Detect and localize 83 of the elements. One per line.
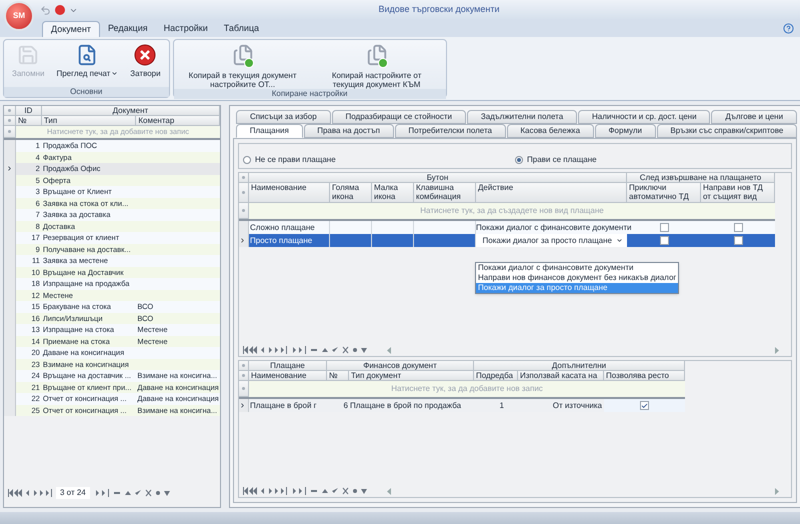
settings-tab[interactable]: Дългове и цени	[711, 110, 797, 124]
navigator-buttons-drawing	[243, 346, 287, 354]
column-header: Клавишна комбинация	[414, 183, 476, 203]
column-header: Плащане	[249, 361, 327, 371]
current-row-icon	[6, 165, 13, 172]
table-cell-text: Плащане в брой по продажба	[349, 400, 462, 412]
checkbox[interactable]	[660, 236, 668, 245]
radio-button[interactable]	[243, 156, 251, 164]
ribbon-tab[interactable]: Редакция	[100, 21, 156, 37]
ribbon-button[interactable]: Преглед печат	[52, 44, 122, 78]
column-header: ID	[16, 106, 42, 116]
column-header: След извършване на плащането	[627, 173, 775, 183]
navigator-buttons-drawing	[243, 487, 287, 495]
column-header: Подредба	[474, 371, 518, 381]
column-header: Коментар	[136, 116, 220, 126]
table-row[interactable]: Просто плащане Покажи диалог за просто плащане	[239, 234, 775, 247]
ribbon-tab[interactable]: Документ	[42, 21, 100, 37]
scroll-left-icon[interactable]	[387, 346, 392, 354]
copy-documents-icon	[366, 44, 388, 68]
checkbox[interactable]	[660, 223, 668, 232]
checkbox[interactable]	[734, 236, 742, 245]
column-header: Използвай касата на	[518, 371, 604, 381]
ribbon-button[interactable]: Затвори	[126, 44, 165, 78]
column-header: №	[16, 116, 42, 126]
table-row[interactable]: Плащане в брой г 6 Плащане в брой по продажба 1 От източника	[239, 399, 685, 412]
document-magnifier-icon	[76, 44, 98, 66]
table-cell-text: 1	[498, 400, 505, 412]
table-cell-text: Плащане в брой г	[249, 400, 318, 412]
settings-tab[interactable]: Плащания	[236, 124, 303, 138]
column-header: Тип документ	[349, 371, 474, 381]
scroll-left-icon[interactable]	[387, 488, 392, 494]
action-dropdown[interactable]: Покажи диалог за просто плащане	[476, 234, 627, 247]
current-row-icon	[239, 237, 246, 244]
column-header: Допълнителни	[474, 361, 685, 371]
column-header: Документ	[42, 106, 220, 116]
help-icon[interactable]	[783, 23, 794, 34]
scroll-right-icon[interactable]	[774, 346, 779, 354]
settings-tab[interactable]: Права на достъп	[304, 124, 394, 138]
table-row[interactable]: Сложно плащане Покажи диалог с финансовите документи	[239, 221, 775, 234]
column-header: Тип	[42, 116, 136, 126]
undo-icon[interactable]	[40, 4, 51, 16]
settings-tab[interactable]: Потребителски полета	[394, 124, 506, 138]
column-header: Наименование	[249, 183, 330, 203]
column-header: Бутон	[249, 173, 627, 183]
settings-tab[interactable]: Касова бележка	[506, 124, 594, 138]
table-cell-text: От източника	[552, 400, 603, 412]
column-header: Направи нов ТД от същият вид	[701, 183, 775, 203]
checkbox[interactable]	[640, 401, 649, 410]
radio-button[interactable]	[515, 156, 523, 164]
column-header: Голяма икона	[330, 183, 372, 203]
settings-tab[interactable]: Списъци за избор	[236, 110, 331, 124]
radio-option[interactable]: Не се прави плащане	[243, 154, 515, 166]
column-header: Приключи автоматично ТД	[627, 183, 701, 203]
settings-tab[interactable]: Формули	[594, 124, 656, 138]
table-cell-text: 6	[342, 400, 349, 412]
ribbon-tab[interactable]: Таблица	[216, 21, 268, 37]
record-position: 3 от 24	[56, 487, 90, 499]
column-header: Малка икона	[372, 183, 414, 203]
table-cell: Просто плащане	[249, 234, 330, 247]
settings-tab[interactable]: Връзки със справки/скриптове	[656, 124, 798, 138]
dropdown-option[interactable]: Направи нов финансов документ без никакъв диалог	[476, 273, 678, 283]
ribbon-tab[interactable]: Настройки	[156, 21, 216, 37]
radio-option[interactable]: Прави се плащане	[515, 154, 787, 166]
column-header: Действие	[476, 183, 627, 203]
column-header: Финансов документ	[327, 361, 474, 371]
scroll-right-icon[interactable]	[774, 488, 779, 494]
ribbon-button[interactable]: Копирай в текущия документ настройките ОТ...	[178, 44, 308, 89]
column-header: Позволява ресто	[604, 371, 685, 381]
settings-tab[interactable]: Наличности и ср. дост. цени	[578, 110, 710, 124]
copy-documents-icon	[232, 44, 254, 68]
group-title: Копиране настройки	[174, 89, 446, 99]
ribbon-button[interactable]: Копирай настройките от текущия документ КЪМ	[312, 44, 442, 89]
column-header: Наименование	[249, 371, 327, 381]
group-title: Основни	[4, 87, 169, 97]
settings-tab[interactable]: Подразбиращи се стойности	[332, 110, 466, 124]
navigator-buttons-drawing	[8, 489, 52, 497]
caret-icon	[616, 237, 623, 244]
dropdown-option[interactable]: Покажи диалог с финансовите документи	[476, 263, 678, 273]
settings-tab[interactable]: Задължителни полета	[466, 110, 578, 124]
checkbox[interactable]	[734, 223, 742, 232]
column-header: №	[327, 371, 349, 381]
window-title: Видове търговски документи	[378, 3, 500, 16]
current-row-icon	[239, 402, 246, 410]
